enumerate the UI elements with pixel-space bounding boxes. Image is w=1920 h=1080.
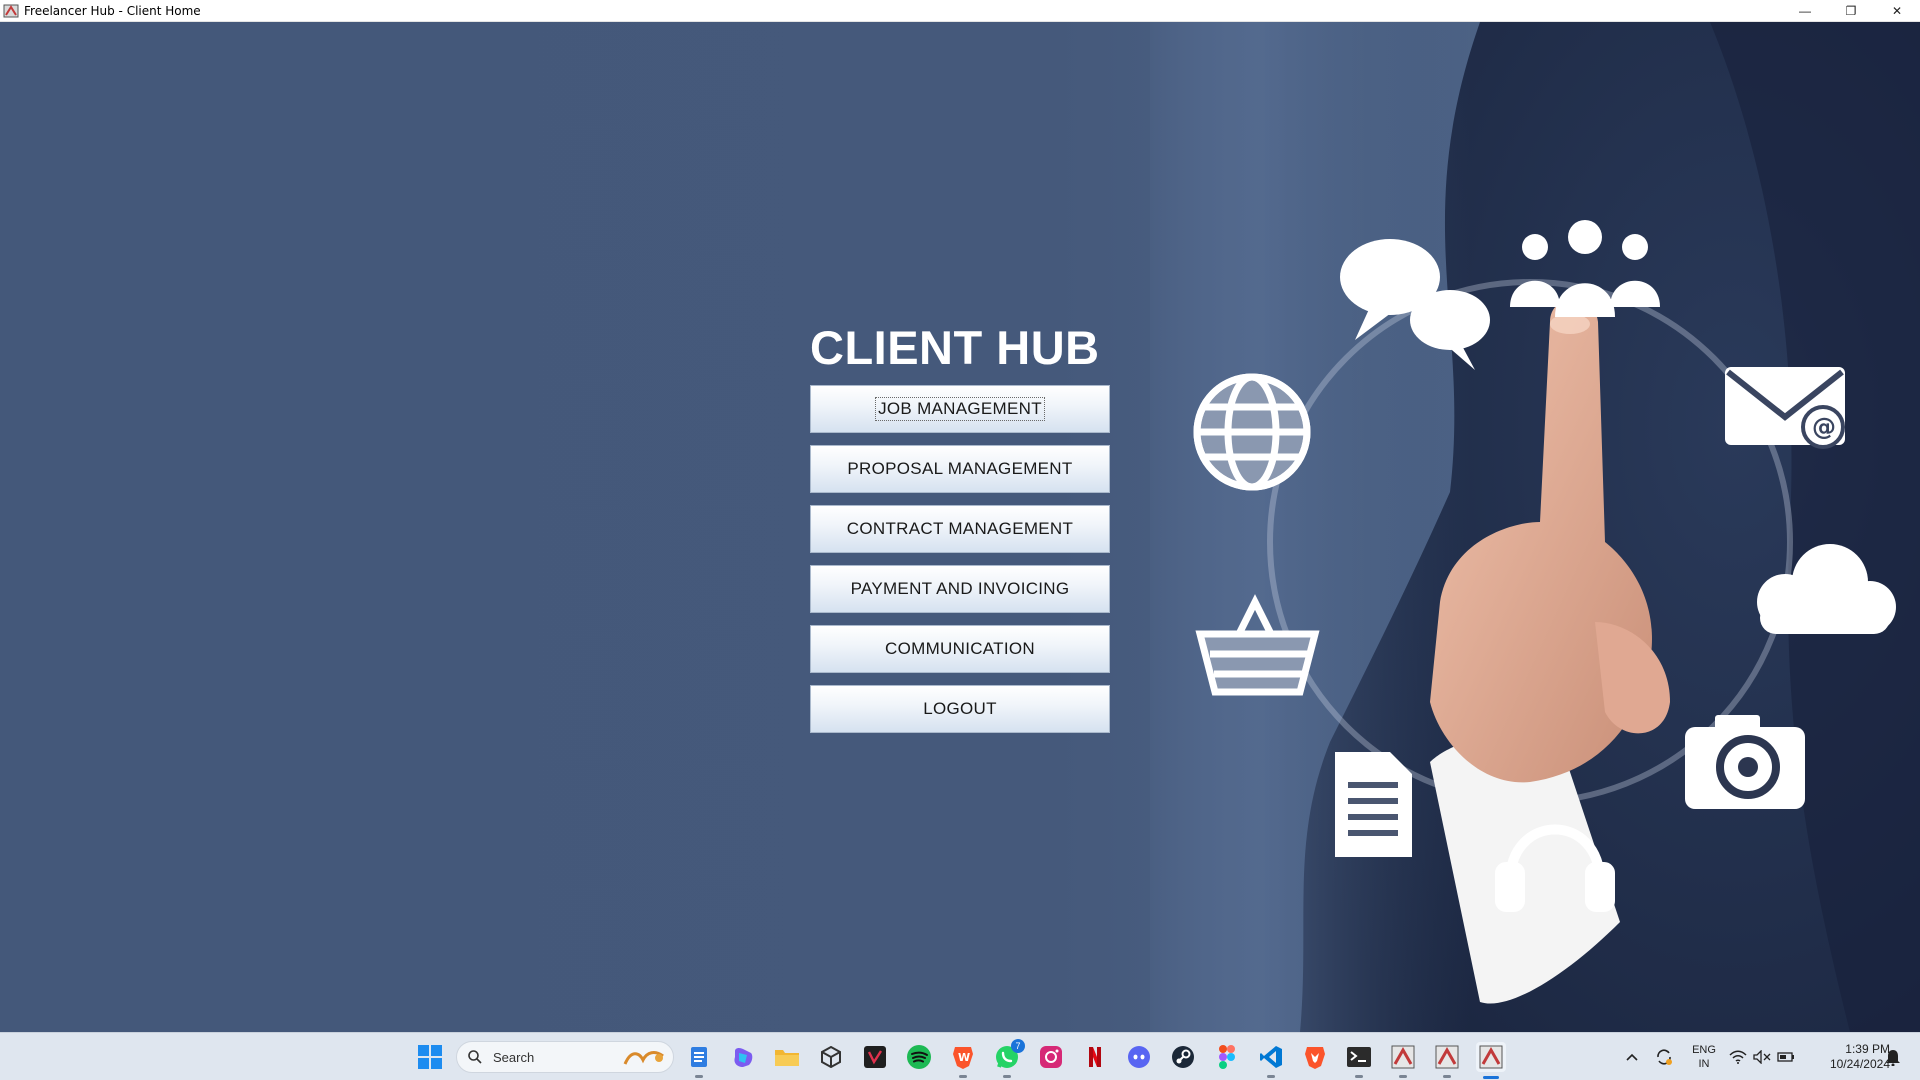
java-app-icon[interactable] xyxy=(1476,1042,1506,1079)
communication-button[interactable]: COMMUNICATION xyxy=(810,625,1110,673)
battery-icon[interactable] xyxy=(1774,1042,1798,1072)
notification-bell-icon[interactable] xyxy=(1880,1042,1906,1072)
search-icon xyxy=(468,1050,482,1064)
proposal-management-button[interactable]: PROPOSAL MANAGEMENT xyxy=(810,445,1110,493)
clock-date: 10/24/2024 xyxy=(1829,1057,1890,1071)
discord-icon[interactable] xyxy=(1124,1042,1154,1072)
hero-illustration: @ xyxy=(1150,22,1920,1032)
window-title: Freelancer Hub - Client Home xyxy=(24,3,201,18)
copilot-icon[interactable] xyxy=(728,1042,758,1072)
region-code: IN xyxy=(1698,1058,1710,1070)
close-button[interactable]: ✕ xyxy=(1874,0,1920,22)
language-indicator[interactable]: ENG IN xyxy=(1690,1043,1718,1071)
globe-icon xyxy=(1193,373,1311,491)
brave-icon[interactable] xyxy=(1300,1042,1330,1072)
document-icon xyxy=(1335,752,1412,857)
figma-icon[interactable] xyxy=(1212,1042,1242,1072)
netflix-icon[interactable] xyxy=(1080,1042,1110,1072)
brave-badge-icon[interactable]: W xyxy=(948,1042,978,1078)
java-app-icon[interactable] xyxy=(1432,1042,1462,1078)
svg-text:W: W xyxy=(958,1051,970,1064)
clock-time: 1:39 PM xyxy=(1845,1042,1890,1056)
file-explorer-icon[interactable] xyxy=(772,1042,802,1072)
search-highlight-icon xyxy=(623,1051,664,1065)
instagram-icon[interactable] xyxy=(1036,1042,1066,1072)
windows-start-icon[interactable] xyxy=(418,1045,442,1069)
camera-icon xyxy=(1685,715,1805,809)
sync-icon[interactable] xyxy=(1650,1042,1678,1072)
notepad-icon[interactable] xyxy=(684,1042,714,1078)
job-management-label: JOB MANAGEMENT xyxy=(875,397,1045,421)
job-management-button[interactable]: JOB MANAGEMENT xyxy=(810,385,1110,433)
whatsapp-badge: 7 xyxy=(1011,1039,1025,1053)
terminal-icon[interactable] xyxy=(1344,1042,1374,1078)
taskbar-search-box[interactable]: Search xyxy=(456,1041,674,1073)
page-title: CLIENT HUB xyxy=(810,321,1100,374)
window-titlebar: Freelancer Hub - Client Home — ❐ ✕ xyxy=(0,0,1920,22)
minimize-button[interactable]: — xyxy=(1782,0,1828,22)
system-clock[interactable]: 1:39 PM 10/24/2024 xyxy=(1800,1042,1890,1072)
java-app-icon[interactable] xyxy=(1388,1042,1418,1078)
vscode-icon[interactable] xyxy=(1256,1042,1286,1078)
spotify-icon[interactable] xyxy=(904,1042,934,1072)
contract-management-button[interactable]: CONTRACT MANAGEMENT xyxy=(810,505,1110,553)
whatsapp-icon[interactable]: 7 xyxy=(992,1039,1025,1078)
taskbar: Search W 7 ENG IN 1:39 PM 10/24/2024 xyxy=(0,1032,1920,1080)
main-window: @ CLIENT HUB JOB MANAGEMENT PROPOSAL MAN… xyxy=(0,22,1920,1032)
chevron-up-icon[interactable] xyxy=(1618,1042,1646,1072)
email-at-icon: @ xyxy=(1725,367,1845,449)
restore-button[interactable]: ❐ xyxy=(1828,0,1874,22)
unity-icon[interactable] xyxy=(816,1042,846,1072)
svg-text:@: @ xyxy=(1812,413,1836,441)
steam-icon[interactable] xyxy=(1168,1042,1198,1072)
payment-invoicing-button[interactable]: PAYMENT AND INVOICING xyxy=(810,565,1110,613)
wifi-icon[interactable] xyxy=(1726,1042,1750,1072)
java-app-icon xyxy=(3,4,19,17)
language-code: ENG xyxy=(1692,1044,1716,1056)
volume-muted-icon[interactable] xyxy=(1750,1042,1774,1072)
vector-app-icon[interactable] xyxy=(860,1042,890,1072)
logout-button[interactable]: LOGOUT xyxy=(810,685,1110,733)
search-placeholder: Search xyxy=(493,1049,535,1065)
